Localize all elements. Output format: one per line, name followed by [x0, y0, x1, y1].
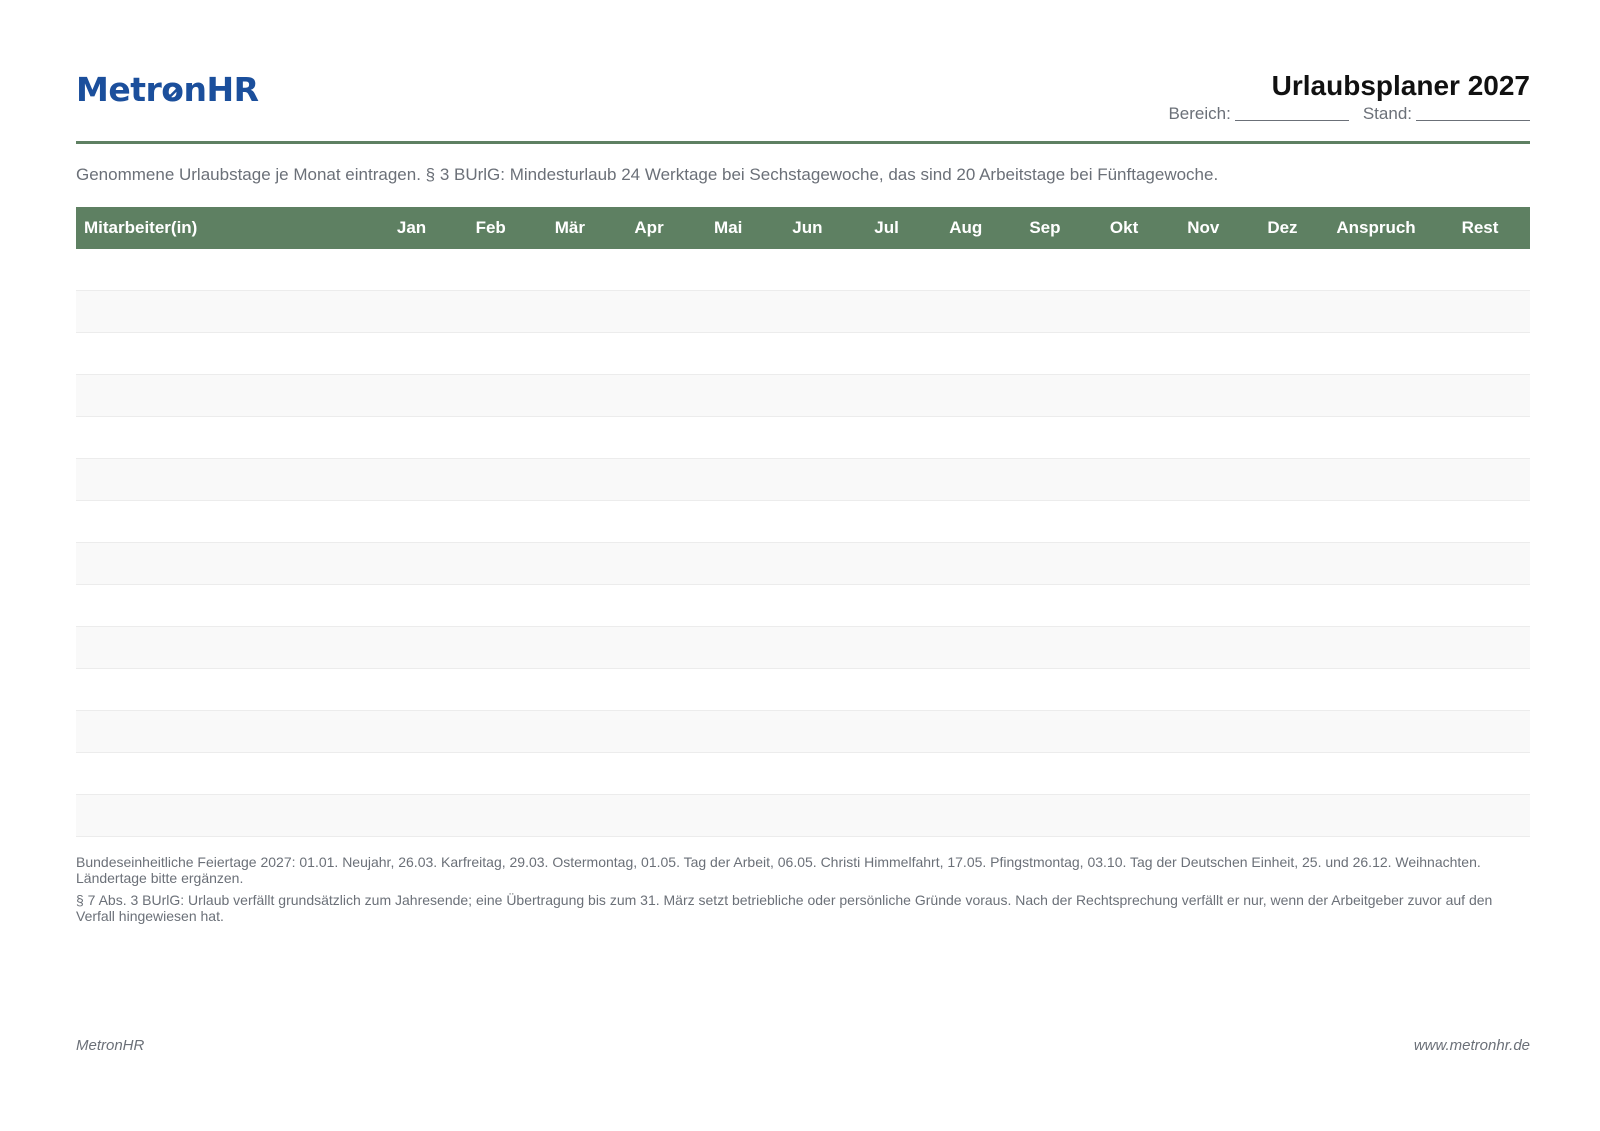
bereich-field[interactable] — [1234, 104, 1349, 121]
stand-label: Stand: — [1362, 104, 1412, 123]
page: Metro nHR Urlaubsplaner 2027 Bereich: Stan… — [0, 0, 1600, 1131]
bereich-label: Bereich: — [1168, 104, 1231, 123]
column-header: Aug — [949, 218, 983, 237]
checkmark-icon — [164, 88, 179, 98]
table-row[interactable] — [76, 333, 1530, 375]
column-header: Dez — [1267, 218, 1298, 237]
table-row[interactable] — [76, 249, 1530, 291]
column-header: Feb — [475, 218, 506, 237]
column-header: Apr — [634, 218, 664, 237]
column-header: Rest — [1461, 218, 1499, 237]
table-row[interactable] — [76, 459, 1530, 501]
table-row[interactable] — [76, 585, 1530, 627]
stand-field[interactable] — [1416, 104, 1530, 121]
table-row[interactable] — [76, 501, 1530, 543]
logo-prefix: Metr — [76, 70, 162, 109]
meta-fields: Bereich: Stand: — [1168, 103, 1530, 125]
column-header: Jun — [792, 218, 823, 237]
logo: Metro nHR — [76, 70, 259, 110]
holidays-note: Bundeseinheitliche Feiertage 2027: 01.01… — [76, 854, 1481, 886]
column-header: Jan — [396, 218, 427, 237]
column-header: Mitarbeiter(in) — [84, 218, 198, 237]
logo-o: o — [161, 70, 184, 110]
footer-url: www.metronhr.de — [1413, 1037, 1530, 1054]
column-header: Jul — [874, 218, 899, 237]
vacation-table: Mitarbeiter(in) Jan Feb Mär Apr Mai Jun … — [76, 207, 1530, 837]
column-header: Nov — [1187, 218, 1220, 237]
table-row[interactable] — [76, 543, 1530, 585]
header-divider — [76, 141, 1530, 144]
column-header: Anspruch — [1336, 218, 1416, 237]
column-header: Okt — [1109, 218, 1139, 237]
table-header: Mitarbeiter(in) Jan Feb Mär Apr Mai Jun … — [76, 207, 1530, 249]
column-header: Sep — [1029, 218, 1061, 237]
table-row[interactable] — [76, 627, 1530, 669]
table-row[interactable] — [76, 753, 1530, 795]
page-title: Urlaubsplaner 2027 — [1271, 70, 1530, 101]
table-row[interactable] — [76, 291, 1530, 333]
footer-brand: MetronHR — [76, 1037, 145, 1054]
table-row[interactable] — [76, 417, 1530, 459]
table-row[interactable] — [76, 375, 1530, 417]
table-row[interactable] — [76, 711, 1530, 753]
table-body — [76, 249, 1530, 837]
intro-text: Genommene Urlaubstage je Monat eintragen… — [76, 165, 1219, 184]
logo-suffix: nHR — [183, 70, 259, 109]
column-header: Mai — [714, 218, 743, 237]
notes: Bundeseinheitliche Feiertage 2027: 01.01… — [76, 854, 1530, 930]
table-row[interactable] — [76, 669, 1530, 711]
column-header: Mär — [554, 218, 585, 237]
table-row[interactable] — [76, 795, 1530, 837]
carryover-note: § 7 Abs. 3 BUrlG: Urlaub verfällt grunds… — [76, 892, 1493, 924]
